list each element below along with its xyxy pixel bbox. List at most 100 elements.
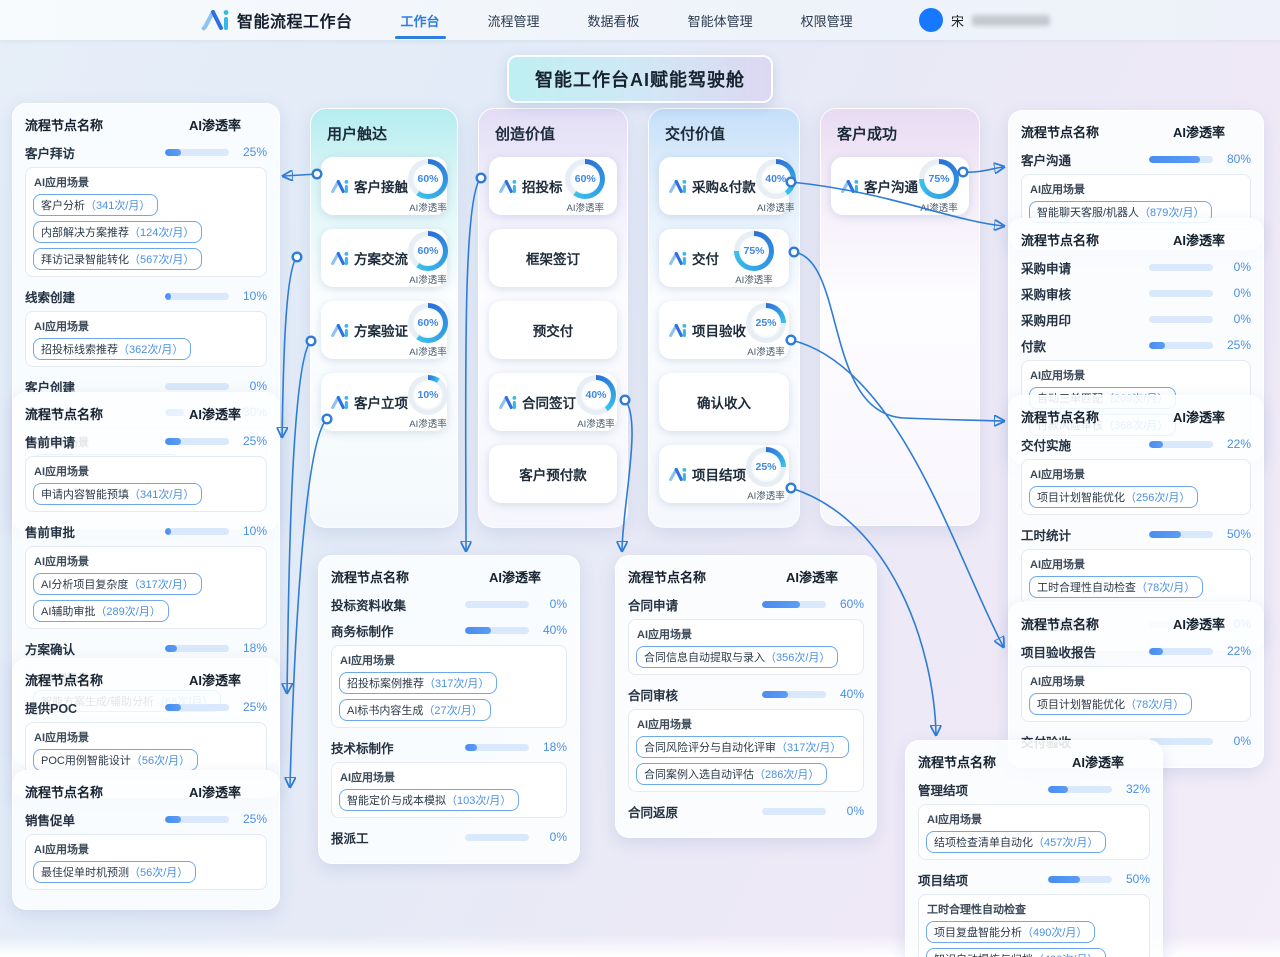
tag-label: AI辅助审批 (41, 603, 95, 619)
ai-scenario-tag[interactable]: 项目计划智能优化（256次/月） (1029, 486, 1198, 508)
tag-label: AI分析项目复杂度 (41, 576, 128, 592)
tab-workbench[interactable]: 工作台 (399, 0, 442, 41)
panel-header: 流程节点名称AI渗透率 (1021, 122, 1251, 141)
rate-column-header: AI渗透率 (163, 404, 267, 423)
rate-column-header: AI渗透率 (1147, 614, 1251, 633)
tab-data-dashboard[interactable]: 数据看板 (586, 0, 642, 41)
tag-label: 合同风险评分与自动化评审 (644, 739, 776, 755)
progress-ring: 25% (746, 303, 786, 343)
ai-scenario-tag[interactable]: 合同风险评分与自动化评审（317次/月） (636, 736, 849, 758)
ai-scenario-tag[interactable]: 知识自动提炼与归档（490次/月） (926, 948, 1106, 957)
ai-scenario-tag[interactable]: 招投标案例推荐（317次/月） (339, 672, 497, 694)
ai-scenario-label: AI应用场景 (34, 318, 259, 334)
ring-caption: AI渗透率 (735, 272, 772, 286)
stage-card-确认收入[interactable]: 确认收入 (659, 373, 789, 431)
ai-rate-bar (165, 383, 229, 390)
node-column-header: 流程节点名称 (1021, 122, 1147, 141)
stage-card-方案验证[interactable]: 方案验证60%AI渗透率 (321, 301, 447, 359)
stage-card-客户沟通[interactable]: 客户沟通75%AI渗透率 (831, 157, 969, 215)
stage-card-采购&付款[interactable]: 采购&付款40%AI渗透率 (659, 157, 789, 215)
avatar[interactable] (919, 8, 943, 32)
ai-scenario-tag[interactable]: 智能定价与成本模拟（103次/月） (339, 789, 519, 811)
ai-node-icon (498, 179, 517, 194)
tab-process-management[interactable]: 流程管理 (486, 0, 542, 41)
ai-scenario-tag[interactable]: AI分析项目复杂度（317次/月） (33, 573, 202, 595)
stage-card-客户预付款[interactable]: 客户预付款 (489, 445, 617, 503)
ai-scenario-tags: 项目计划智能优化（256次/月） (1029, 486, 1243, 508)
ai-scenario-tag[interactable]: 申请内容智能预填（341次/月） (33, 483, 202, 505)
process-node-name: 交付实施 (1021, 435, 1149, 454)
ai-scenario-tags: 申请内容智能预填（341次/月） (33, 483, 259, 505)
tag-count: （317次/月） (128, 576, 193, 592)
rate-column-header: AI渗透率 (1046, 752, 1150, 771)
panel-sales-push: 流程节点名称AI渗透率销售促单25%AI应用场景最佳促单时机预测（56次/月） (12, 770, 280, 910)
tag-count: （317次/月） (776, 739, 841, 755)
ai-scenario-tag[interactable]: 客户分析（341次/月） (33, 194, 158, 216)
ai-scenario-tag[interactable]: 合同信息自动提取与录入（356次/月） (636, 646, 838, 668)
process-node-row: 销售促单25% (25, 808, 267, 830)
tab-agent-management[interactable]: 智能体管理 (686, 0, 755, 41)
process-node-name: 合同申请 (628, 595, 762, 614)
stage-card-框架签订[interactable]: 框架签订 (489, 229, 617, 287)
ring-caption: AI渗透率 (409, 272, 446, 286)
tag-count: （341次/月） (85, 197, 150, 213)
process-node-row: 客户拜访25% (25, 141, 267, 163)
stage-card-预交付[interactable]: 预交付 (489, 301, 617, 359)
stage-card-name: 客户沟通 (864, 176, 918, 196)
ai-rate-value: 0% (529, 830, 567, 844)
ai-scenario-label: AI应用场景 (1030, 181, 1243, 197)
ai-rate-bar-fill (1048, 786, 1068, 793)
ai-rate-bar (1149, 156, 1213, 163)
ai-rate-value: 40% (826, 687, 864, 701)
process-node-name: 采购申请 (1021, 258, 1149, 277)
tag-count: （56次/月） (129, 864, 188, 880)
ai-scenario-label: AI应用场景 (1030, 556, 1243, 572)
stage-card-客户接触[interactable]: 客户接触60%AI渗透率 (321, 157, 447, 215)
ai-rate-ring: 25%AI渗透率 (746, 447, 786, 502)
tab-permission-management[interactable]: 权限管理 (799, 0, 855, 41)
ai-rate-bar-fill (165, 149, 181, 156)
node-column-header: 流程节点名称 (1021, 614, 1147, 633)
process-node-row: 合同审核40% (628, 683, 864, 705)
ai-rate-bar (165, 645, 229, 652)
user-account[interactable]: 宋 (919, 8, 1050, 32)
stage-card-项目结项[interactable]: 项目结项25%AI渗透率 (659, 445, 789, 503)
stage-card-left: 客户沟通 (840, 176, 918, 196)
ai-scenario-tag[interactable]: AI标书内容生成（27次/月） (339, 699, 491, 721)
ai-scenario-box: AI应用场景最佳促单时机预测（56次/月） (25, 834, 267, 890)
stage-card-name: 采购&付款 (692, 176, 756, 196)
stage-card-合同签订[interactable]: 合同签订40%AI渗透率 (489, 373, 617, 431)
stage-card-招投标[interactable]: 招投标60%AI渗透率 (489, 157, 617, 215)
ai-scenario-tag[interactable]: 招投标线索推荐（362次/月） (33, 338, 191, 360)
ai-scenario-tag[interactable]: 合同案例入选自动评估（286次/月） (636, 763, 827, 785)
ai-rate-bar (165, 528, 229, 535)
stage-card-方案交流[interactable]: 方案交流60%AI渗透率 (321, 229, 447, 287)
ai-scenario-tag[interactable]: 最佳促单时机预测（56次/月） (33, 861, 196, 883)
ai-scenario-box: 工时合理性自动检查项目复盘智能分析（490次/月）知识自动提炼与归档（490次/… (918, 894, 1150, 957)
ring-percent: 75% (928, 173, 949, 185)
ai-scenario-tag[interactable]: AI辅助审批（289次/月） (33, 600, 169, 622)
ai-node-icon (330, 323, 349, 338)
stage-card-交付[interactable]: 交付75%AI渗透率 (659, 229, 789, 287)
ai-scenario-tag[interactable]: 项目复盘智能分析（490次/月） (926, 921, 1095, 943)
ai-rate-ring: 60%AI渗透率 (408, 303, 448, 358)
stage-card-left: 项目结项 (668, 464, 746, 484)
app-title: 智能流程工作台 (237, 8, 353, 32)
process-node-name: 报派工 (331, 828, 465, 847)
panel-project-closure: 流程节点名称AI渗透率管理结项32%AI应用场景结项检查清单自动化（457次/月… (905, 740, 1163, 957)
tag-count: （78次/月） (1136, 579, 1195, 595)
rate-column-header: AI渗透率 (1147, 122, 1251, 141)
ai-rate-bar (465, 627, 529, 634)
stage-card-项目验收[interactable]: 项目验收25%AI渗透率 (659, 301, 789, 359)
ai-scenario-tags: 客户分析（341次/月） 内部解决方案推荐（124次/月） 拜访记录智能转化（567… (33, 194, 259, 270)
ai-scenario-tag[interactable]: 项目计划智能优化（78次/月） (1029, 693, 1192, 715)
ai-scenario-tag[interactable]: POC用例智能设计（56次/月） (33, 749, 198, 771)
tag-label: 最佳促单时机预测 (41, 864, 129, 880)
ai-scenario-tag[interactable]: 拜访记录智能转化（567次/月） (33, 248, 202, 270)
rate-column-header: AI渗透率 (163, 670, 267, 689)
stage-card-客户立项[interactable]: 客户立项10%AI渗透率 (321, 373, 447, 431)
ai-scenario-tag[interactable]: 结项检查清单自动化（457次/月） (926, 831, 1106, 853)
ai-rate-ring: 60%AI渗透率 (408, 231, 448, 286)
ai-scenario-tag[interactable]: 内部解决方案推荐（124次/月） (33, 221, 202, 243)
ai-scenario-tag[interactable]: 工时合理性自动检查（78次/月） (1029, 576, 1203, 598)
